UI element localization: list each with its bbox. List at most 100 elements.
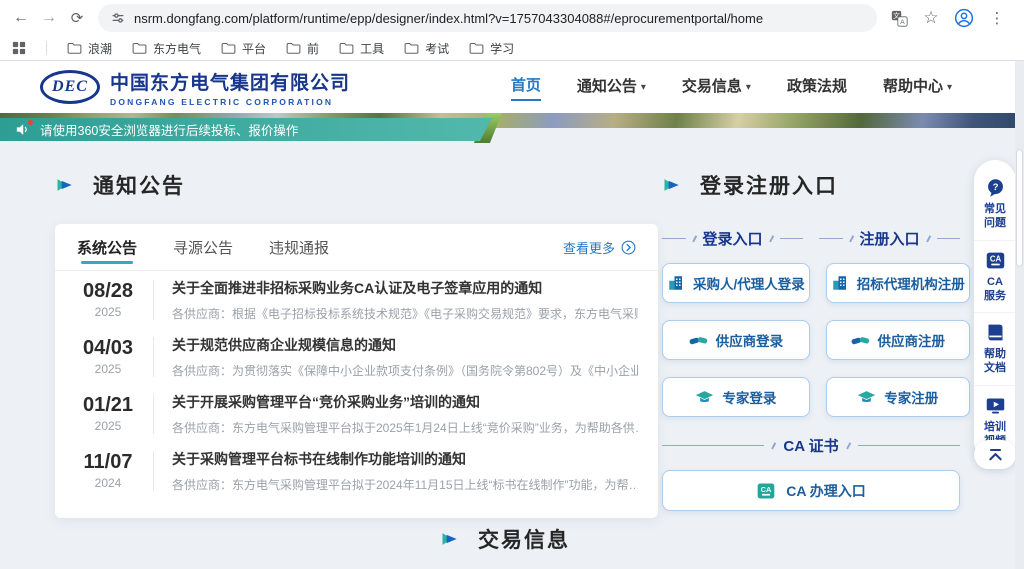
- nav-notices[interactable]: 通知公告: [577, 75, 646, 100]
- building-icon: [667, 274, 685, 292]
- nav-policies[interactable]: 政策法规: [787, 75, 847, 100]
- rail-label: 常见问题: [982, 202, 1008, 231]
- site-header: DEC 中国东方电气集团有限公司 DONGFANG ELECTRIC CORPO…: [0, 61, 1024, 113]
- svg-text:CA: CA: [989, 254, 1001, 263]
- bookmark-folder[interactable]: 工具: [339, 40, 384, 57]
- nav-home[interactable]: 首页: [511, 74, 541, 101]
- question-bubble-icon: ?: [985, 177, 1006, 198]
- bookmark-folder[interactable]: 东方电气: [132, 40, 201, 57]
- url-text: nsrm.dongfang.com/platform/runtime/epp/d…: [134, 11, 763, 26]
- view-more-label: 查看更多: [563, 238, 615, 257]
- bookmark-label: 考试: [425, 40, 449, 57]
- site-settings-icon[interactable]: [110, 10, 126, 26]
- speaker-icon: [14, 121, 32, 139]
- login-title: 登录注册入口: [700, 170, 838, 200]
- bookmark-folder[interactable]: 考试: [404, 40, 449, 57]
- to-top-icon: [986, 445, 1005, 464]
- nav-trade-info[interactable]: 交易信息: [682, 75, 751, 100]
- notice-date: 04/03 2025: [77, 337, 139, 376]
- notification-dot: [28, 120, 33, 125]
- address-bar[interactable]: nsrm.dongfang.com/platform/runtime/epp/d…: [98, 4, 877, 32]
- building-icon: [831, 274, 849, 292]
- browser-toolbar: nsrm.dongfang.com/platform/runtime/epp/d…: [0, 0, 1024, 36]
- bookmark-label: 东方电气: [153, 40, 201, 57]
- company-name-en: DONGFANG ELECTRIC CORPORATION: [110, 97, 350, 107]
- divider: [153, 337, 154, 377]
- expert-login-button[interactable]: 专家登录: [662, 377, 810, 417]
- notice-item-desc: 各供应商：东方电气采购管理平台拟于2025年1月24日上线“竞价采购”业务，为帮…: [172, 419, 638, 436]
- button-label: CA 办理入口: [786, 481, 866, 501]
- announcement-ticker[interactable]: 请使用360安全浏览器进行后续投标、报价操作: [0, 118, 492, 141]
- notice-title: 通知公告: [93, 170, 185, 200]
- notice-list-item[interactable]: 11/07 2024 关于采购管理平台标书在线制作功能培训的通知 各供应商：东方…: [55, 442, 658, 499]
- rail-label: CA服务: [982, 275, 1008, 304]
- back-icon[interactable]: [8, 5, 34, 31]
- section-arrow-icon: [440, 529, 460, 549]
- graduation-cap-icon: [695, 388, 714, 407]
- notice-list-item[interactable]: 08/28 2025 关于全面推进非招标采购业务CA认证及电子签章应用的通知 各…: [55, 271, 658, 328]
- ca-certificate-header: CA 证书: [662, 435, 960, 456]
- profile-avatar-icon[interactable]: [954, 8, 974, 28]
- scrollbar-thumb[interactable]: [1016, 149, 1023, 267]
- notice-list-item[interactable]: 01/21 2025 关于开展采购管理平台“竞价采购业务”培训的通知 各供应商：…: [55, 385, 658, 442]
- view-more-link[interactable]: 查看更多: [563, 238, 636, 257]
- button-label: 专家注册: [884, 387, 938, 407]
- tab-system-notices[interactable]: 系统公告: [77, 224, 137, 270]
- divider: [153, 451, 154, 491]
- bookmark-label: 浪潮: [88, 40, 112, 57]
- back-to-top-button[interactable]: [974, 440, 1016, 469]
- divider: [153, 280, 154, 320]
- menu-kebab-icon[interactable]: [984, 5, 1010, 31]
- notice-tabs: 系统公告 寻源公告 违规通报 查看更多: [55, 224, 658, 271]
- apps-grid-icon[interactable]: [12, 41, 26, 55]
- svg-text:CA: CA: [761, 484, 772, 493]
- company-name-cn: 中国东方电气集团有限公司: [110, 68, 350, 95]
- book-icon: [985, 322, 1006, 343]
- notice-item-title: 关于规范供应商企业规模信息的通知: [172, 335, 638, 355]
- dec-logo-icon: DEC: [40, 70, 100, 104]
- ca-badge-icon: CA: [756, 481, 776, 501]
- notice-item-title: 关于采购管理平台标书在线制作功能培训的通知: [172, 449, 638, 469]
- ca-apply-button[interactable]: CA CA 办理入口: [662, 470, 960, 511]
- section-arrow-icon: [55, 175, 75, 195]
- graduation-cap-icon: [857, 388, 876, 407]
- supplier-login-button[interactable]: 供应商登录: [662, 320, 810, 360]
- register-entry-header: 注册入口: [819, 228, 960, 249]
- scrollbar[interactable]: [1015, 61, 1024, 569]
- bookmark-folder[interactable]: 浪潮: [67, 40, 112, 57]
- notice-item-desc: 各供应商：东方电气采购管理平台拟于2024年11月15日上线“标书在线制作”功能…: [172, 476, 638, 493]
- ca-service-button[interactable]: CA CA服务: [974, 240, 1016, 313]
- ca-card-icon: CA: [985, 250, 1006, 271]
- bidding-agency-register-button[interactable]: 招标代理机构注册: [826, 263, 970, 303]
- video-screen-icon: [985, 395, 1006, 416]
- notice-item-title: 关于全面推进非招标采购业务CA认证及电子签章应用的通知: [172, 278, 638, 298]
- notice-item-desc: 各供应商：根据《电子招标投标系统技术规范》《电子采购交易规范》要求，东方电气采购…: [172, 305, 638, 322]
- button-label: 供应商注册: [878, 330, 946, 350]
- trade-section-title: 交易信息: [440, 524, 570, 554]
- tab-violation-reports[interactable]: 违规通报: [269, 224, 329, 270]
- bookmark-label: 平台: [242, 40, 266, 57]
- rail-label: 帮助文档: [982, 347, 1008, 376]
- faq-button[interactable]: ? 常见问题: [974, 168, 1016, 240]
- bookmark-folder[interactable]: 平台: [221, 40, 266, 57]
- bookmark-folder[interactable]: 前: [286, 40, 319, 57]
- bookmarks-bar: 浪潮 东方电气 平台 前 工具 考试 学习: [0, 36, 1024, 60]
- ticker-text: 请使用360安全浏览器进行后续投标、报价操作: [40, 120, 298, 139]
- nav-help-center[interactable]: 帮助中心: [883, 75, 952, 100]
- section-arrow-icon: [662, 175, 682, 195]
- reload-icon[interactable]: [64, 5, 90, 31]
- expert-register-button[interactable]: 专家注册: [826, 377, 970, 417]
- button-label: 专家登录: [722, 387, 776, 407]
- brand-logo[interactable]: DEC 中国东方电气集团有限公司 DONGFANG ELECTRIC CORPO…: [40, 68, 350, 107]
- help-docs-button[interactable]: 帮助文档: [974, 312, 1016, 385]
- bookmark-star-icon[interactable]: [918, 5, 944, 31]
- notice-date: 11/07 2024: [77, 451, 139, 490]
- forward-icon[interactable]: [36, 5, 62, 31]
- purchaser-agent-login-button[interactable]: 采购人/代理人登录: [662, 263, 810, 303]
- supplier-register-button[interactable]: 供应商注册: [826, 320, 970, 360]
- bookmarks-separator: [46, 41, 47, 55]
- translate-icon[interactable]: 文 A: [891, 10, 908, 27]
- notice-list-item[interactable]: 04/03 2025 关于规范供应商企业规模信息的通知 各供应商：为贯彻落实《保…: [55, 328, 658, 385]
- tab-sourcing-notices[interactable]: 寻源公告: [173, 224, 233, 270]
- bookmark-folder[interactable]: 学习: [469, 40, 514, 57]
